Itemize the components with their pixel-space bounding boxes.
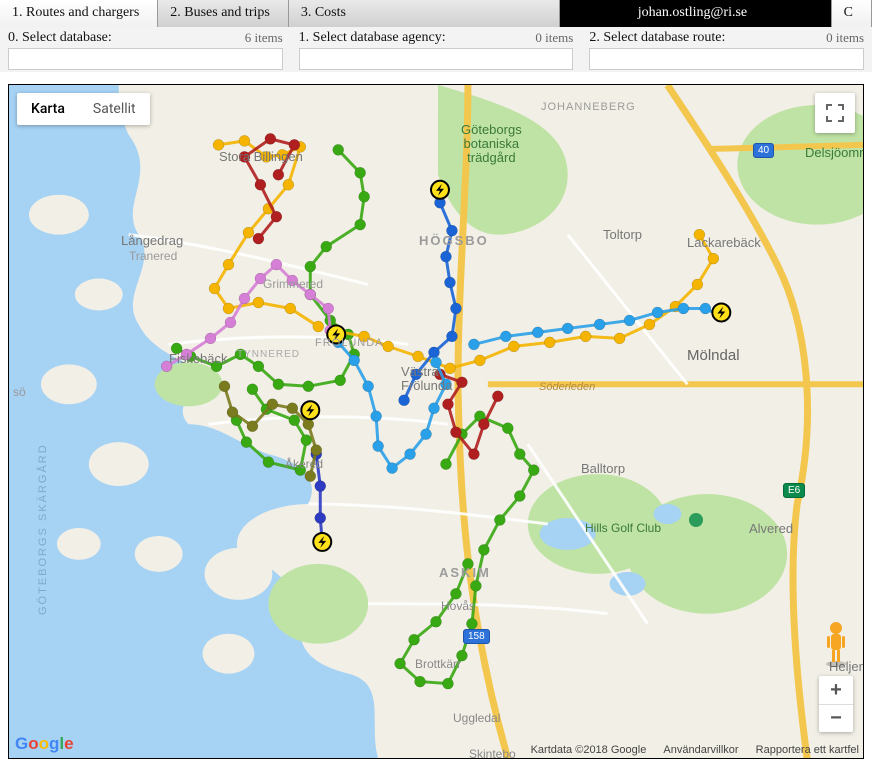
zoom-in-button[interactable]: +	[819, 676, 853, 704]
zoom-out-button[interactable]: −	[819, 704, 853, 732]
map-footer: Kartdata ©2018 Google Användarvillkor Ra…	[531, 744, 859, 756]
fullscreen-icon	[826, 104, 844, 122]
selector-database-input[interactable]	[8, 48, 283, 70]
map[interactable]: JOHANNEBERG Göteborgsbotaniskaträdgård D…	[8, 84, 864, 759]
map-type-control: Karta Satellit	[17, 93, 150, 125]
map-terms-link[interactable]: Användarvillkor	[663, 744, 738, 756]
selector-route: 2. Select database route: 0 items	[581, 27, 872, 72]
selector-agency-input[interactable]	[299, 48, 574, 70]
zoom-control: + −	[819, 676, 853, 732]
map-report-link[interactable]: Rapportera ett kartfel	[756, 744, 859, 756]
poi-icon	[689, 513, 703, 527]
road-shield-158: 158	[463, 629, 490, 644]
selector-agency-count: 0 items	[535, 30, 573, 46]
fullscreen-button[interactable]	[815, 93, 855, 133]
selector-route-label: 2. Select database route:	[589, 30, 725, 46]
tab-extra[interactable]: C	[832, 0, 872, 27]
map-type-karta[interactable]: Karta	[17, 93, 79, 125]
road-shield-e6: E6	[783, 483, 805, 498]
selector-row: 0. Select database: 6 items 1. Select da…	[0, 27, 872, 72]
map-type-satellit[interactable]: Satellit	[79, 93, 150, 125]
pegman-control[interactable]	[819, 618, 853, 668]
main-tabbar: 1. Routes and chargers 2. Buses and trip…	[0, 0, 872, 27]
tab-buses-trips[interactable]: 2. Buses and trips	[158, 0, 289, 27]
tab-routes-chargers[interactable]: 1. Routes and chargers	[0, 0, 158, 27]
road-shield-40: 40	[753, 143, 774, 158]
selector-agency: 1. Select database agency: 0 items	[291, 27, 582, 72]
selector-route-input[interactable]	[589, 48, 864, 70]
selector-database: 0. Select database: 6 items	[0, 27, 291, 72]
tab-costs[interactable]: 3. Costs	[289, 0, 560, 27]
map-data-text: Kartdata ©2018 Google	[531, 744, 647, 756]
selector-database-count: 6 items	[245, 30, 283, 46]
selector-route-count: 0 items	[826, 30, 864, 46]
tab-user[interactable]: johan.ostling@ri.se	[560, 0, 831, 27]
selector-agency-label: 1. Select database agency:	[299, 30, 446, 46]
selector-database-label: 0. Select database:	[8, 30, 112, 46]
google-logo: Google	[15, 734, 74, 754]
